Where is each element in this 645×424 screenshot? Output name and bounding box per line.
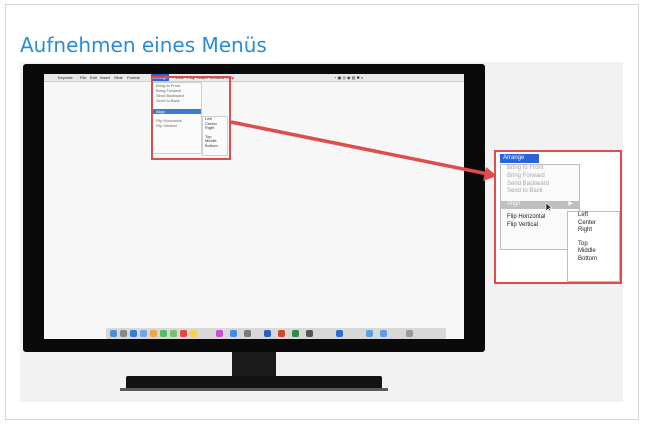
align-submenu-small: Left Center Right Top Middle Bottom bbox=[202, 116, 228, 156]
monitor-stand-shadow bbox=[120, 388, 388, 391]
menu-item[interactable]: Format bbox=[127, 74, 140, 81]
safari-icon[interactable] bbox=[130, 330, 137, 337]
menu-option-send-backward[interactable]: Send Backward bbox=[501, 181, 579, 189]
dock bbox=[106, 328, 446, 339]
submenu-option-left[interactable]: Left bbox=[568, 212, 619, 220]
submenu-option-middle[interactable]: Middle bbox=[568, 248, 619, 256]
notes-icon[interactable] bbox=[190, 330, 197, 337]
excel-icon[interactable] bbox=[292, 330, 299, 337]
maps-icon[interactable] bbox=[170, 330, 177, 337]
calendar-icon[interactable] bbox=[180, 330, 187, 337]
menu-option-align[interactable]: Align ▶ bbox=[501, 201, 579, 212]
menu-bar: Keynote File Edit Insert Slide Format Ar… bbox=[44, 74, 464, 82]
menu-item-arrange[interactable]: Arrange bbox=[151, 74, 170, 81]
arrange-menu-small: Bring to Front Bring Forward Send Backwa… bbox=[152, 82, 202, 154]
menu-item[interactable]: Edit bbox=[90, 74, 97, 81]
menu-option-bring-forward[interactable]: Bring Forward bbox=[501, 173, 579, 181]
mouse-cursor-icon bbox=[545, 202, 553, 212]
trash-icon[interactable] bbox=[406, 330, 413, 337]
messages-icon[interactable] bbox=[160, 330, 167, 337]
page-title: Aufnehmen eines Menüs bbox=[20, 33, 267, 57]
menu-option-send-to-back[interactable]: Send to Back bbox=[501, 188, 579, 196]
finder-icon[interactable] bbox=[110, 330, 117, 337]
align-label: Align bbox=[507, 201, 521, 208]
menu-item[interactable]: View bbox=[175, 74, 184, 81]
monitor-stand-neck bbox=[232, 352, 276, 378]
music-icon[interactable] bbox=[216, 330, 223, 337]
settings-icon[interactable] bbox=[244, 330, 251, 337]
downloads-icon[interactable] bbox=[336, 330, 343, 337]
applications-icon[interactable] bbox=[380, 330, 387, 337]
menu-item[interactable]: Window bbox=[210, 74, 224, 81]
documents-icon[interactable] bbox=[366, 330, 373, 337]
chevron-right-icon: ▶ bbox=[568, 201, 573, 208]
align-submenu: Left Center Right Top Middle Bottom bbox=[567, 211, 620, 282]
powerpoint-icon[interactable] bbox=[278, 330, 285, 337]
monitor-screen: Keynote File Edit Insert Slide Format Ar… bbox=[44, 74, 464, 339]
submenu-option-right[interactable]: Right bbox=[568, 227, 619, 235]
menu-item[interactable]: File bbox=[80, 74, 86, 81]
submenu-option[interactable]: Bottom bbox=[205, 143, 227, 149]
app-store-icon[interactable] bbox=[230, 330, 237, 337]
submenu-option-bottom[interactable]: Bottom bbox=[568, 256, 619, 264]
photos-icon[interactable] bbox=[150, 330, 157, 337]
menu-item[interactable]: Insert bbox=[100, 74, 110, 81]
menu-item[interactable]: Slide bbox=[114, 74, 123, 81]
status-icons: ◔ ▣ ◎ ◉ ▤ ✱ ⌕ bbox=[334, 75, 364, 80]
submenu-option-top[interactable]: Top bbox=[568, 241, 619, 249]
menu-option-bring-to-front[interactable]: Bring to Front bbox=[501, 165, 579, 173]
arrange-menu-zoom: Arrange Bring to Front Bring Forward Sen… bbox=[494, 150, 622, 284]
menu-item[interactable]: Help bbox=[226, 74, 234, 81]
menu-item[interactable]: Play bbox=[187, 74, 195, 81]
launchpad-icon[interactable] bbox=[120, 330, 127, 337]
mail-icon[interactable] bbox=[140, 330, 147, 337]
arrange-menu-title[interactable]: Arrange bbox=[500, 154, 539, 163]
menu-option[interactable]: Flip Vertical bbox=[153, 123, 201, 128]
menu-item[interactable]: Keynote bbox=[58, 74, 73, 81]
menu-item[interactable]: Share bbox=[197, 74, 208, 81]
submenu-option-center[interactable]: Center bbox=[568, 220, 619, 228]
folder-icon[interactable] bbox=[306, 330, 313, 337]
word-icon[interactable] bbox=[264, 330, 271, 337]
